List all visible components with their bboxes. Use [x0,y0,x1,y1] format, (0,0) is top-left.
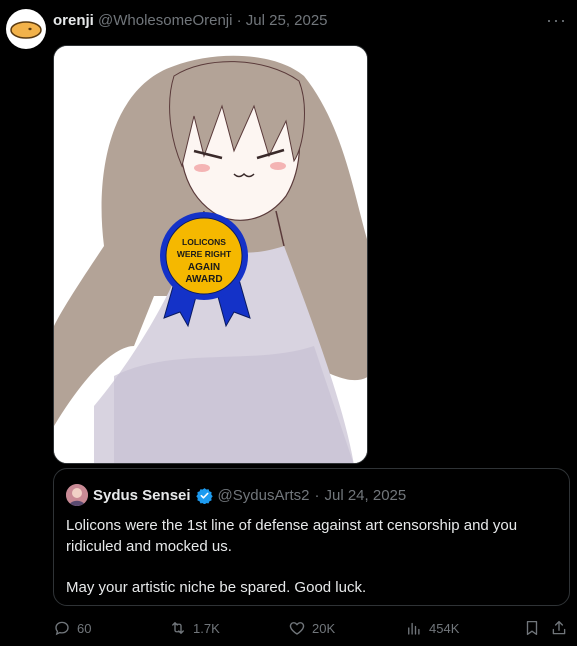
more-options-button[interactable]: ··· [546,10,567,31]
tweet-actions-bar: 60 1.7K 20K 454K [53,619,570,641]
author-display-name[interactable]: orenji [53,12,94,29]
reply-count: 60 [77,620,92,636]
quoted-author-avatar[interactable] [66,484,88,506]
ribbon-line-1: LOLICONS [182,237,226,247]
repost-icon [172,622,184,634]
quoted-header-separator: · [314,486,320,504]
quoted-text-paragraph-2: May your artistic niche be spared. Good … [66,579,367,596]
reply-button[interactable]: 60 [53,619,91,637]
ribbon-line-3: AGAIN [188,262,220,273]
bookmark-icon [526,620,538,636]
views-count: 454K [429,620,460,636]
verified-badge-icon [195,487,213,504]
ribbon-line-2: WERE RIGHT [177,249,232,259]
views-chart-icon [408,622,420,635]
anime-girl-illustration: LOLICONS WERE RIGHT AGAIN AWARD [54,46,367,463]
person-avatar-icon [66,484,88,506]
quoted-text-paragraph-1: Lolicons were the 1st line of defense ag… [66,517,518,555]
quoted-tweet-date: Jul 24, 2025 [324,486,407,504]
tweet-date[interactable]: Jul 25, 2025 [246,12,328,29]
author-handle[interactable]: @WholesomeOrenji [98,12,232,29]
orange-blob-icon [10,21,42,39]
reply-icon [55,621,69,636]
tweet-header: orenji @WholesomeOrenji · Jul 25, 2025 [53,12,328,29]
quoted-tweet-header: Sydus Sensei @SydusArts2 · Jul 24, 2025 [66,484,406,506]
author-avatar[interactable] [6,9,46,49]
header-separator: · [236,12,242,29]
repost-count: 1.7K [193,620,220,636]
share-icon [552,620,566,635]
quoted-tweet-text: Lolicons were the 1st line of defense ag… [66,515,556,598]
quoted-tweet[interactable]: Sydus Sensei @SydusArts2 · Jul 24, 2025 … [53,468,570,606]
views-button[interactable]: 454K [405,619,459,637]
like-count: 20K [312,620,336,636]
ribbon-line-4: AWARD [185,274,222,285]
heart-icon [289,622,305,635]
tweet-image[interactable]: LOLICONS WERE RIGHT AGAIN AWARD [53,45,368,464]
quoted-author-handle: @SydusArts2 [217,486,310,504]
bookmark-button[interactable] [523,619,541,637]
like-button[interactable]: 20K [288,619,335,637]
repost-button[interactable]: 1.7K [169,619,220,637]
share-button[interactable] [550,619,568,637]
quoted-author-display-name: Sydus Sensei [93,486,191,504]
